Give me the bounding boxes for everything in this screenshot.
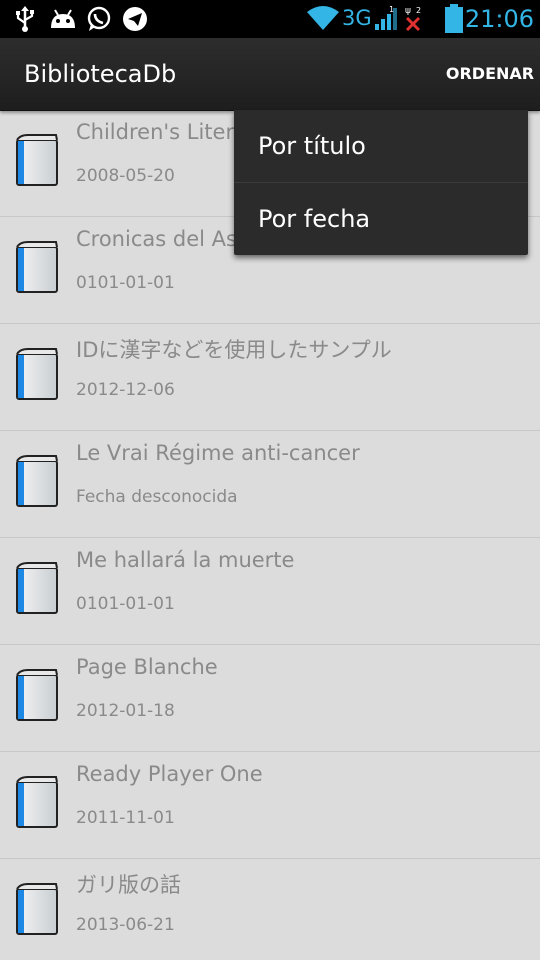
book-title: IDに漢字などを使用したサンプル (76, 338, 392, 362)
book-date: 2011-11-01 (76, 808, 175, 828)
book-title: ガリ版の話 (76, 873, 181, 897)
telegram-icon (123, 7, 147, 31)
whatsapp-icon (87, 6, 111, 31)
android-icon (51, 9, 75, 28)
clock: 21:06 (464, 5, 534, 33)
book-title: Page Blanche (76, 655, 218, 679)
book-icon (16, 455, 58, 507)
book-title: Me hallará la muerte (76, 548, 295, 572)
list-item[interactable]: Me hallará la muerte 0101-01-01 (0, 538, 540, 645)
book-icon (16, 883, 58, 935)
book-title: Ready Player One (76, 762, 263, 786)
list-item[interactable]: IDに漢字などを使用したサンプル 2012-12-06 (0, 324, 540, 431)
book-icon (16, 348, 58, 400)
book-icon (16, 776, 58, 828)
sort-button[interactable]: ORDENAR (440, 38, 540, 110)
list-item[interactable]: Ready Player One 2011-11-01 (0, 752, 540, 859)
book-title: Le Vrai Régime anti-cancer (76, 441, 360, 465)
book-date: Fecha desconocida (76, 487, 238, 507)
book-icon (16, 134, 58, 186)
sort-menu: Por título Por fecha (234, 110, 528, 255)
book-icon (16, 562, 58, 614)
book-date: 2012-01-18 (76, 701, 175, 721)
book-icon (16, 669, 58, 721)
battery-icon (445, 4, 463, 33)
status-bar: 3G 1 ψ 2 21:06 (0, 0, 540, 38)
list-item[interactable]: ガリ版の話 2013-06-21 (0, 859, 540, 960)
svg-text:ψ: ψ (405, 6, 411, 16)
usb-icon (16, 6, 34, 32)
list-item[interactable]: Page Blanche 2012-01-18 (0, 645, 540, 752)
book-date: 0101-01-01 (76, 273, 175, 293)
menu-item-sort-by-title[interactable]: Por título (234, 110, 528, 183)
book-date: 2008-05-20 (76, 166, 175, 186)
app-title: BibliotecaDb (24, 60, 177, 88)
svg-text:2: 2 (416, 6, 421, 15)
book-date: 0101-01-01 (76, 594, 175, 614)
list-item[interactable]: Le Vrai Régime anti-cancer Fecha descono… (0, 431, 540, 538)
action-bar: BibliotecaDb ORDENAR (0, 38, 540, 111)
book-icon (16, 241, 58, 293)
book-date: 2013-06-21 (76, 915, 175, 935)
wifi-icon (307, 6, 339, 30)
menu-item-sort-by-date[interactable]: Por fecha (234, 183, 528, 255)
book-date: 2012-12-06 (76, 380, 175, 400)
signal-icon: 1 (375, 5, 397, 30)
screen: 3G 1 ψ 2 21:06 BibliotecaDb ORDENAR Chil… (0, 0, 540, 960)
no-signal-icon: ψ 2 (405, 6, 421, 32)
network-type-label: 3G (342, 6, 372, 30)
